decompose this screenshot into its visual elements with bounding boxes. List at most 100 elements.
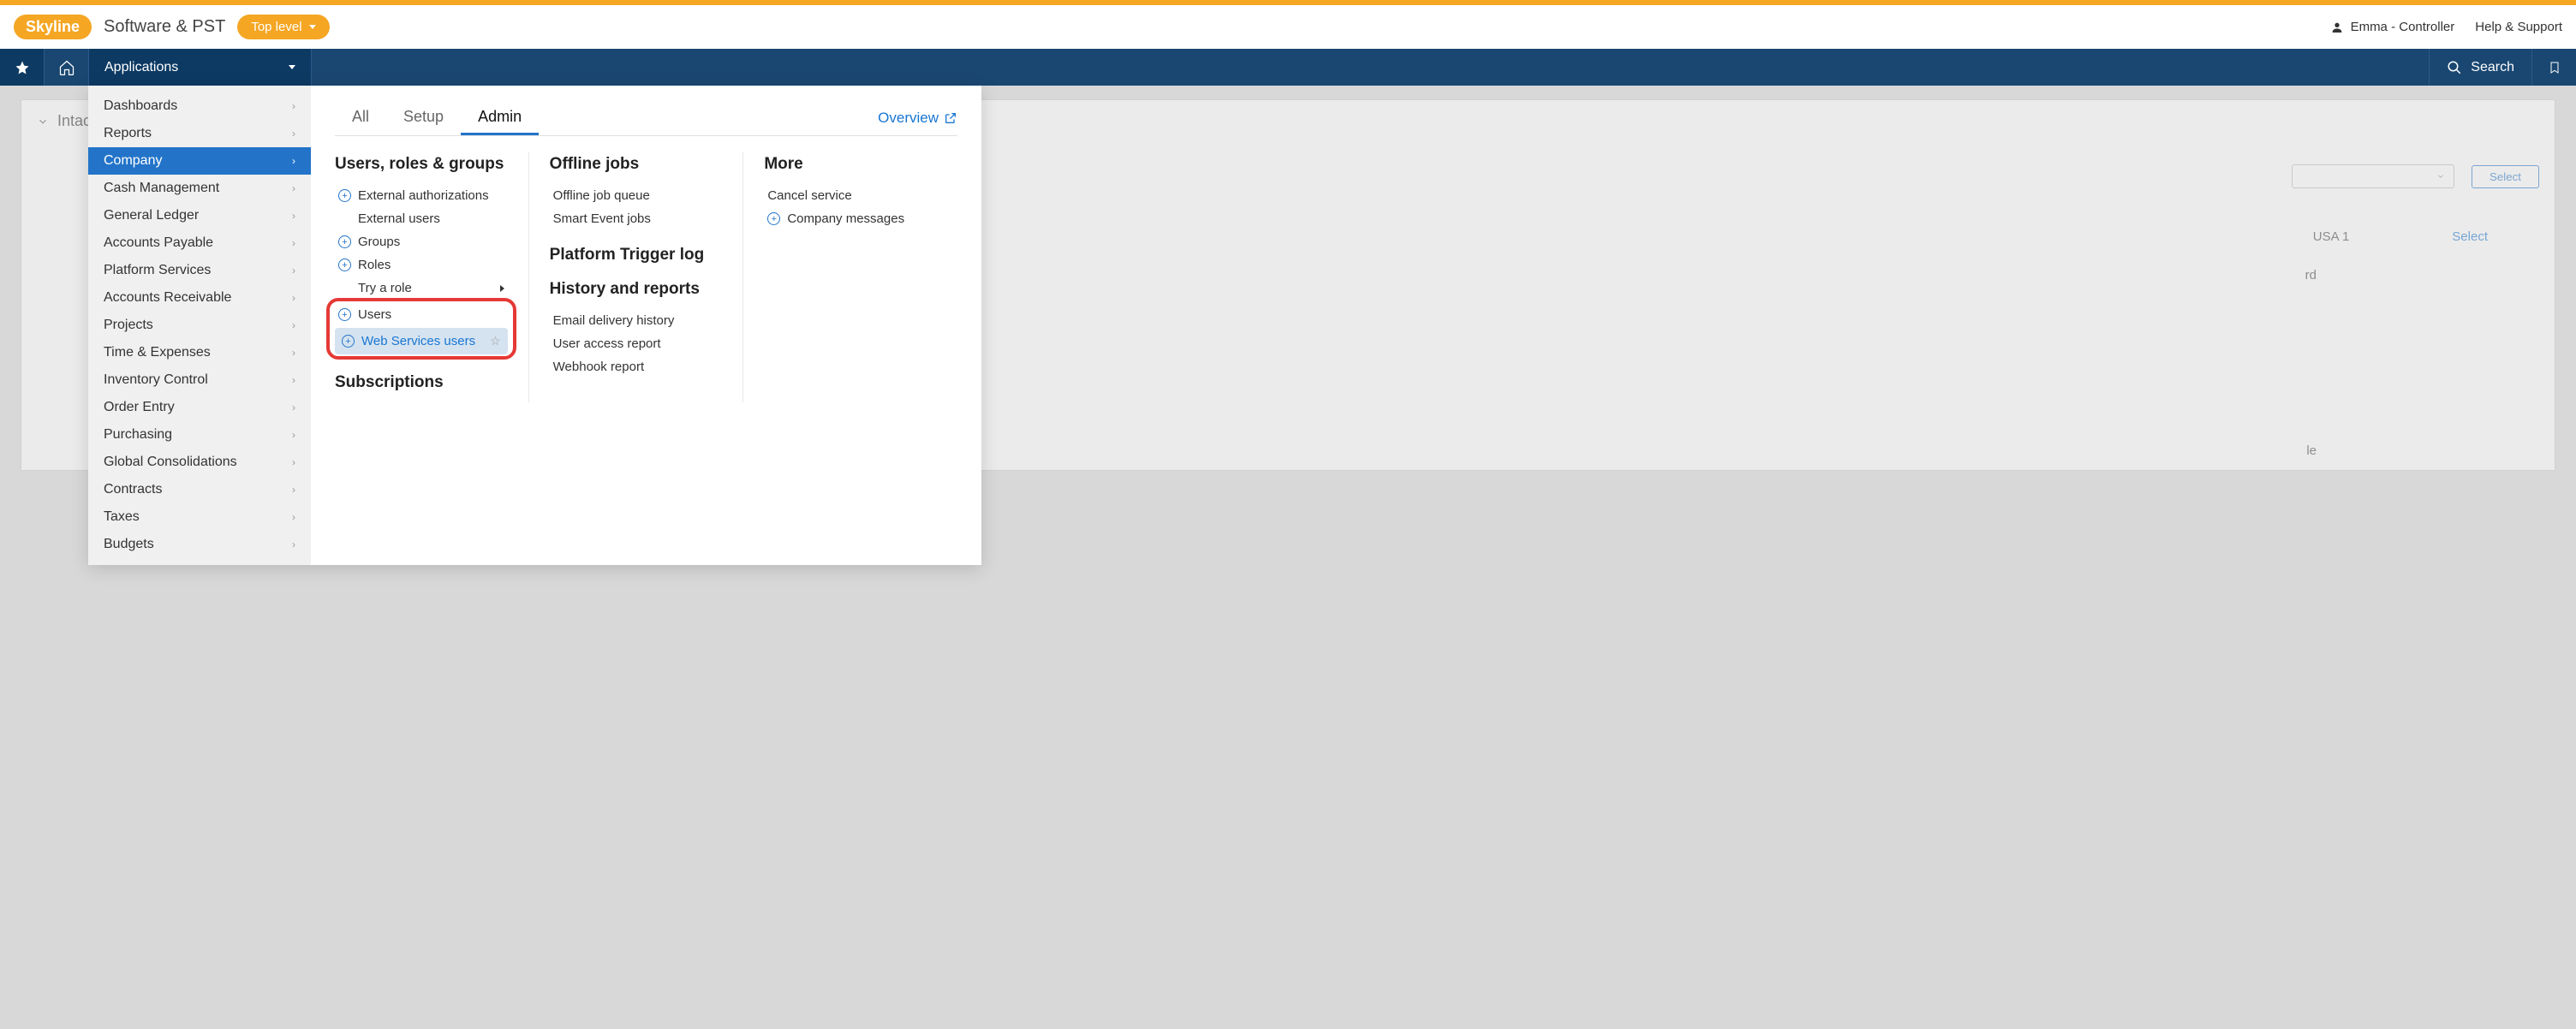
link-label: External users xyxy=(358,211,440,226)
overview-link[interactable]: Overview xyxy=(878,110,957,127)
link-smart-event-jobs[interactable]: Smart Event jobs xyxy=(550,207,723,230)
sidebar-item-budgets[interactable]: Budgets› xyxy=(88,531,311,558)
bg-select-field xyxy=(2292,164,2454,188)
link-label: Roles xyxy=(358,258,391,272)
bg-usa1: USA 1 xyxy=(2313,229,2350,244)
sidebar-label: Global Consolidations xyxy=(104,455,237,470)
bg-select-button: Select xyxy=(2472,165,2539,188)
sidebar-item-purchasing[interactable]: Purchasing› xyxy=(88,421,311,449)
sidebar-label: Platform Services xyxy=(104,263,211,278)
sidebar-item-taxes[interactable]: Taxes› xyxy=(88,503,311,531)
chevron-right-icon: › xyxy=(292,347,295,359)
link-try-a-role[interactable]: Try a role xyxy=(335,277,508,300)
plus-icon: + xyxy=(342,335,355,348)
chevron-right-icon: › xyxy=(292,401,295,413)
chevron-down-icon xyxy=(37,116,49,128)
chevron-right-icon: › xyxy=(292,210,295,222)
sidebar-item-accounts-payable[interactable]: Accounts Payable› xyxy=(88,229,311,257)
chevron-down-icon xyxy=(309,25,316,29)
link-webhook-report[interactable]: Webhook report xyxy=(550,355,723,378)
chevron-right-icon: › xyxy=(292,128,295,140)
plus-icon: + xyxy=(338,235,351,248)
link-web-services-users[interactable]: + Web Services users ☆ xyxy=(335,328,508,354)
sidebar-item-accounts-receivable[interactable]: Accounts Receivable › xyxy=(88,284,311,312)
sidebar-item-time-expenses[interactable]: Time & Expenses › xyxy=(88,339,311,366)
sidebar-item-contracts[interactable]: Contracts› xyxy=(88,476,311,503)
tab-admin[interactable]: Admin xyxy=(461,101,539,135)
link-label: Webhook report xyxy=(553,360,644,374)
overview-label: Overview xyxy=(878,110,939,127)
tab-setup[interactable]: Setup xyxy=(386,101,461,135)
sidebar-item-company[interactable]: Company› xyxy=(88,147,311,175)
section-offline-jobs: Offline jobs xyxy=(550,155,723,174)
chevron-down-icon xyxy=(2436,172,2445,181)
sidebar-item-inventory-control[interactable]: Inventory Control› xyxy=(88,366,311,394)
sidebar-item-general-ledger[interactable]: General Ledger› xyxy=(88,202,311,229)
bookmark-button[interactable] xyxy=(2531,49,2576,86)
link-label: External authorizations xyxy=(358,188,489,203)
link-label: Web Services users xyxy=(361,334,475,348)
link-groups[interactable]: +Groups xyxy=(335,230,508,253)
link-email-delivery-history[interactable]: Email delivery history xyxy=(550,309,723,332)
column-more: More Cancel service +Company messages xyxy=(743,152,957,402)
side-menu: Dashboards› Reports› Company› Cash Manag… xyxy=(88,86,311,565)
sidebar-item-order-entry[interactable]: Order Entry › xyxy=(88,394,311,421)
sidebar-label: Time & Expenses xyxy=(104,345,211,360)
bg-select-link: Select xyxy=(2452,229,2488,244)
sidebar-label: Contracts xyxy=(104,482,162,497)
link-label: Smart Event jobs xyxy=(553,211,651,226)
column-offline-history: Offline jobs Offline job queue Smart Eve… xyxy=(529,152,744,402)
plus-icon: + xyxy=(338,308,351,321)
search-icon xyxy=(2447,60,2462,75)
section-users-roles-groups: Users, roles & groups xyxy=(335,155,508,174)
favorites-button[interactable] xyxy=(0,49,45,86)
chevron-right-icon: › xyxy=(292,292,295,304)
sidebar-label: Company xyxy=(104,153,162,169)
section-platform-trigger-log[interactable]: Platform Trigger log xyxy=(550,246,723,265)
link-label: User access report xyxy=(553,336,661,351)
section-subscriptions: Subscriptions xyxy=(335,373,508,392)
chevron-right-icon: › xyxy=(292,456,295,468)
link-offline-job-queue[interactable]: Offline job queue xyxy=(550,184,723,207)
sidebar-label: Budgets xyxy=(104,537,154,552)
chevron-right-icon: › xyxy=(292,182,295,194)
top-level-dropdown[interactable]: Top level xyxy=(237,15,329,39)
user-menu[interactable]: Emma - Controller xyxy=(2330,20,2455,34)
section-history-reports: History and reports xyxy=(550,280,723,299)
plus-icon: + xyxy=(338,259,351,271)
link-users[interactable]: +Users xyxy=(335,303,508,326)
sidebar-item-projects[interactable]: Projects› xyxy=(88,312,311,339)
tab-all[interactable]: All xyxy=(335,101,386,135)
sub-tabs: All Setup Admin Overview xyxy=(335,101,957,136)
link-company-messages[interactable]: +Company messages xyxy=(764,207,937,230)
sidebar-item-platform-services[interactable]: Platform Services› xyxy=(88,257,311,284)
link-roles[interactable]: + Roles xyxy=(335,253,508,277)
external-link-icon xyxy=(944,111,957,125)
sidebar-label: Accounts Receivable xyxy=(104,290,231,306)
applications-menu[interactable]: Applications xyxy=(89,49,312,86)
chevron-right-icon: › xyxy=(292,100,295,112)
sidebar-label: Accounts Payable xyxy=(104,235,213,251)
sidebar-item-global-consolidations[interactable]: Global Consolidations › xyxy=(88,449,311,476)
link-user-access-report[interactable]: User access report xyxy=(550,332,723,355)
chevron-right-icon: › xyxy=(292,511,295,523)
home-button[interactable] xyxy=(45,49,89,86)
link-external-authorizations[interactable]: +External authorizations xyxy=(335,184,508,207)
bookmark-icon xyxy=(2548,60,2561,75)
sidebar-item-reports[interactable]: Reports › xyxy=(88,120,311,147)
home-icon xyxy=(58,59,75,76)
column-users-roles: Users, roles & groups +External authoriz… xyxy=(335,152,529,402)
user-name: Emma - Controller xyxy=(2351,20,2455,34)
sidebar-item-dashboards[interactable]: Dashboards› xyxy=(88,92,311,120)
sidebar-item-cash-management[interactable]: Cash Management › xyxy=(88,175,311,202)
sidebar-label: Reports xyxy=(104,126,152,141)
star-outline-icon[interactable]: ☆ xyxy=(490,334,501,348)
sidebar-label: Order Entry xyxy=(104,400,175,415)
search-button[interactable]: Search xyxy=(2429,49,2531,86)
help-support-link[interactable]: Help & Support xyxy=(2475,20,2562,34)
applications-label: Applications xyxy=(104,60,178,75)
sidebar-label: Cash Management xyxy=(104,181,219,196)
link-cancel-service[interactable]: Cancel service xyxy=(764,184,937,207)
link-external-users[interactable]: External users xyxy=(335,207,508,230)
link-label: Email delivery history xyxy=(553,313,675,328)
